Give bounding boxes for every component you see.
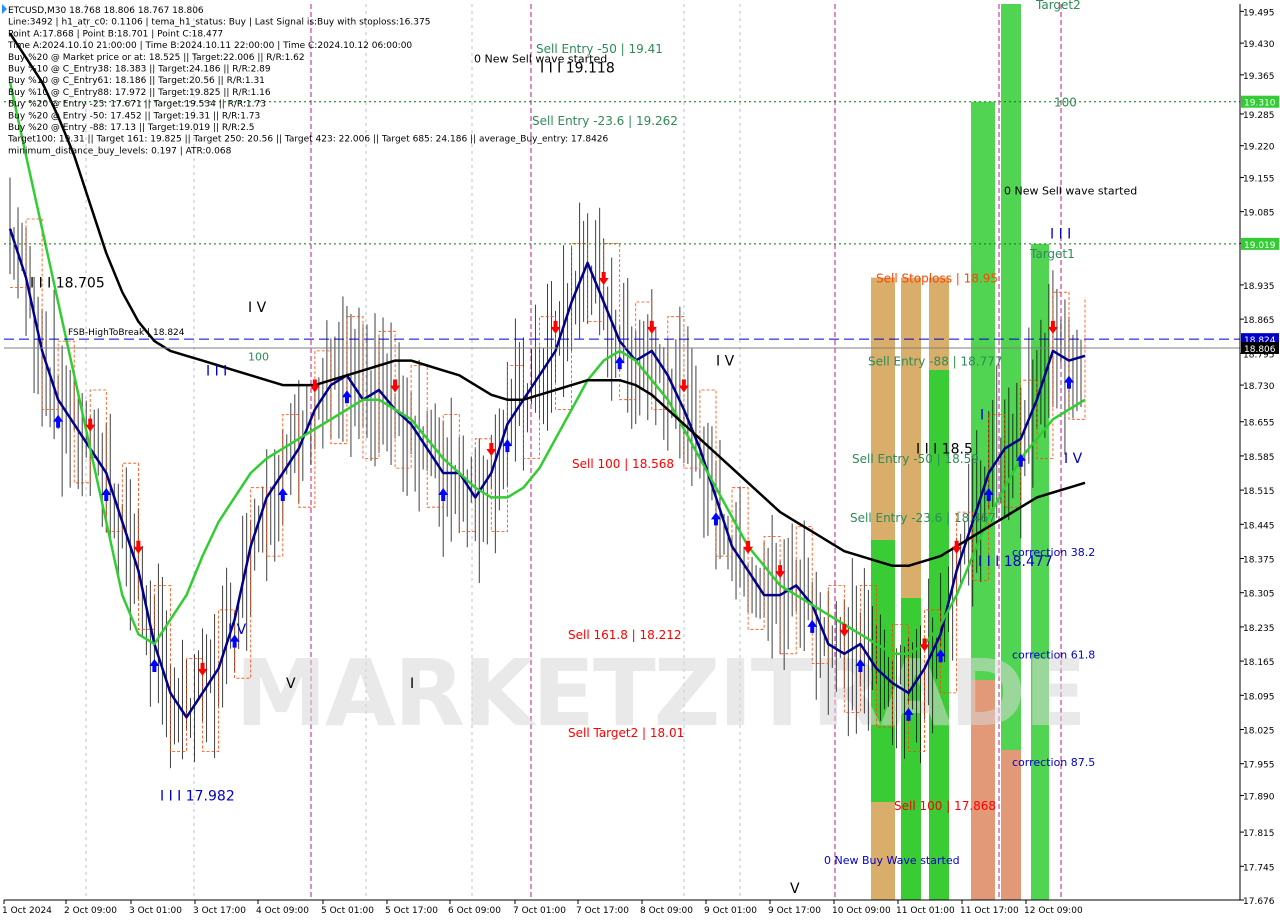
time-tick-label: 5 Oct 17:00 [385, 906, 438, 916]
info-line: Buy %20 @ Entry -23: 17.671 || Target:19… [8, 100, 266, 110]
chart-annotation: I V [716, 354, 735, 370]
chart-annotation: I [980, 407, 984, 423]
chart-annotation: Sell Entry -23.6 | 19.262 [532, 114, 678, 128]
chart-annotation: correction 61.8 [1012, 649, 1095, 662]
price-chart[interactable]: MARKETZITRADE FSB-HighToBreak | 18.824 S… [0, 0, 1280, 920]
price-tick-label: 18.655 [1243, 419, 1275, 429]
info-line: Buy %20 @ Entry -88: 17.13 || Target:19.… [8, 123, 255, 133]
chart-annotation: V [286, 676, 296, 692]
chart-annotation: V [790, 881, 800, 897]
price-badge-label: 19.310 [1244, 99, 1276, 109]
chart-annotation: Target2 [1035, 0, 1081, 12]
chart-annotation: I [410, 676, 414, 692]
price-tick-label: 18.235 [1243, 624, 1275, 634]
time-tick-label: 1 Oct 2024 [2, 906, 52, 916]
info-line: ETCUSD,M30 18.768 18.806 18.767 18.806 [8, 6, 204, 16]
info-line: Point A:17.868 | Point B:18.701 | Point … [8, 29, 223, 39]
price-tick-label: 19.285 [1243, 111, 1275, 121]
price-tick-label: 19.430 [1243, 40, 1275, 50]
info-line: Buy %20 @ Entry -50: 17.452 || Target:19… [8, 111, 260, 121]
price-tick-label: 19.365 [1243, 72, 1275, 82]
chart-window[interactable]: MARKETZITRADE FSB-HighToBreak | 18.824 S… [0, 0, 1280, 920]
time-tick-label: 4 Oct 09:00 [256, 906, 309, 916]
chart-annotation: I I I 18.477 [978, 554, 1053, 570]
chart-annotation: I I I [1050, 227, 1071, 243]
chart-annotation: Target1 [1029, 247, 1075, 261]
time-tick-label: 9 Oct 17:00 [768, 906, 821, 916]
chart-annotation: Sell Entry -50 | 18.59 [852, 452, 979, 466]
price-tick-label: 19.220 [1243, 143, 1275, 153]
time-tick-label: 12 Oct 09:00 [1024, 906, 1083, 916]
price-badge-label: 19.019 [1244, 241, 1276, 251]
chart-annotation: 100 [248, 351, 269, 364]
time-tick-label: 8 Oct 09:00 [640, 906, 693, 916]
time-tick-label: 3 Oct 17:00 [193, 906, 246, 916]
price-tick-label: 19.085 [1243, 209, 1275, 219]
chart-annotation: I I I 19.118 [540, 60, 615, 76]
chart-annotation: I V [248, 300, 267, 316]
info-line: Buy %20 @ Market price or at: 18.525 || … [8, 53, 305, 63]
price-tick-label: 18.305 [1243, 590, 1275, 600]
info-line: Time A:2024.10.10 21:00:00 | Time B:2024… [7, 41, 412, 51]
price-tick-label: 18.865 [1243, 316, 1275, 326]
price-tick-label: 17.815 [1243, 829, 1275, 839]
info-line: Buy %10 @ C_Entry88: 17.972 || Target:19… [8, 88, 271, 98]
chart-annotation: I V [228, 622, 247, 638]
chart-annotation: I I I 17.982 [160, 788, 235, 804]
price-level-label: FSB-HighToBreak | 18.824 [68, 328, 185, 338]
price-tick-label: 18.025 [1243, 726, 1275, 736]
chart-annotation: I I I 18.705 [30, 275, 105, 291]
time-tick-label: 9 Oct 01:00 [704, 906, 757, 916]
info-line: Target100: 19.31 || Target 161: 19.825 |… [7, 135, 609, 145]
chart-annotation: Sell Target2 | 18.01 [568, 726, 684, 740]
chart-annotation: Sell 100 | 17.868 [894, 799, 996, 813]
price-tick-label: 17.745 [1243, 863, 1275, 873]
price-tick-label: 17.955 [1243, 761, 1275, 771]
info-line: minimum_distance_buy_levels: 0.197 | ATR… [8, 146, 232, 156]
chart-annotation: I I I [206, 363, 227, 379]
chart-annotation: correction 87.5 [1012, 756, 1095, 769]
price-tick-label: 19.495 [1243, 8, 1275, 18]
signal-zone [1031, 243, 1049, 900]
price-tick-label: 18.375 [1243, 556, 1275, 566]
time-tick-label: 11 Oct 17:00 [960, 906, 1019, 916]
time-tick-label: 2 Oct 09:00 [64, 906, 117, 916]
info-line: Buy %10 @ C_Entry61: 18.186 || Target:20… [8, 76, 265, 86]
info-line: Buy %10 @ C_Entry38: 18.383 || Target:24… [8, 65, 271, 75]
time-tick-label: 11 Oct 01:00 [896, 906, 955, 916]
signal-zone-inner [1001, 750, 1021, 900]
price-badge-label: 18.806 [1244, 345, 1276, 355]
price-tick-label: 18.515 [1243, 487, 1275, 497]
chart-annotation: Sell 100 | 18.568 [572, 457, 674, 471]
time-tick-label: 6 Oct 09:00 [448, 906, 501, 916]
chart-annotation: 0 New Sell wave started [1004, 185, 1137, 198]
price-tick-label: 18.585 [1243, 453, 1275, 463]
chart-annotation: Sell Stoploss | 18.95 [876, 271, 998, 285]
chart-annotation: Sell 161.8 | 18.212 [568, 628, 682, 642]
chart-annotation: 100 [1054, 96, 1077, 110]
time-tick-label: 3 Oct 01:00 [129, 906, 182, 916]
price-tick-label: 18.165 [1243, 658, 1275, 668]
chart-annotation: Sell Entry -23.6 | 18.467 [850, 511, 996, 525]
chart-annotation: 0 New Buy Wave started [824, 854, 960, 867]
time-tick-label: 5 Oct 01:00 [321, 906, 374, 916]
price-tick-label: 18.730 [1243, 382, 1275, 392]
chart-annotation: I V [1064, 451, 1083, 467]
chart-annotation: Sell Entry -88 | 18.777 [868, 355, 1002, 369]
price-tick-label: 17.890 [1243, 792, 1275, 802]
price-tick-label: 18.935 [1243, 282, 1275, 292]
time-tick-label: 7 Oct 17:00 [576, 906, 629, 916]
time-tick-label: 10 Oct 09:00 [832, 906, 891, 916]
price-tick-label: 18.445 [1243, 521, 1275, 531]
info-line: Line:3492 | h1_atr_c0: 0.1106 | tema_h1_… [8, 18, 430, 28]
price-tick-label: 18.095 [1243, 692, 1275, 702]
price-axis: 19.495 19.430 19.365 19.285 19.220 19.155 19.0… [1239, 0, 1280, 920]
time-tick-label: 7 Oct 01:00 [513, 906, 566, 916]
price-tick-label: 19.155 [1243, 174, 1275, 184]
price-tick-label: 17.676 [1243, 897, 1275, 907]
